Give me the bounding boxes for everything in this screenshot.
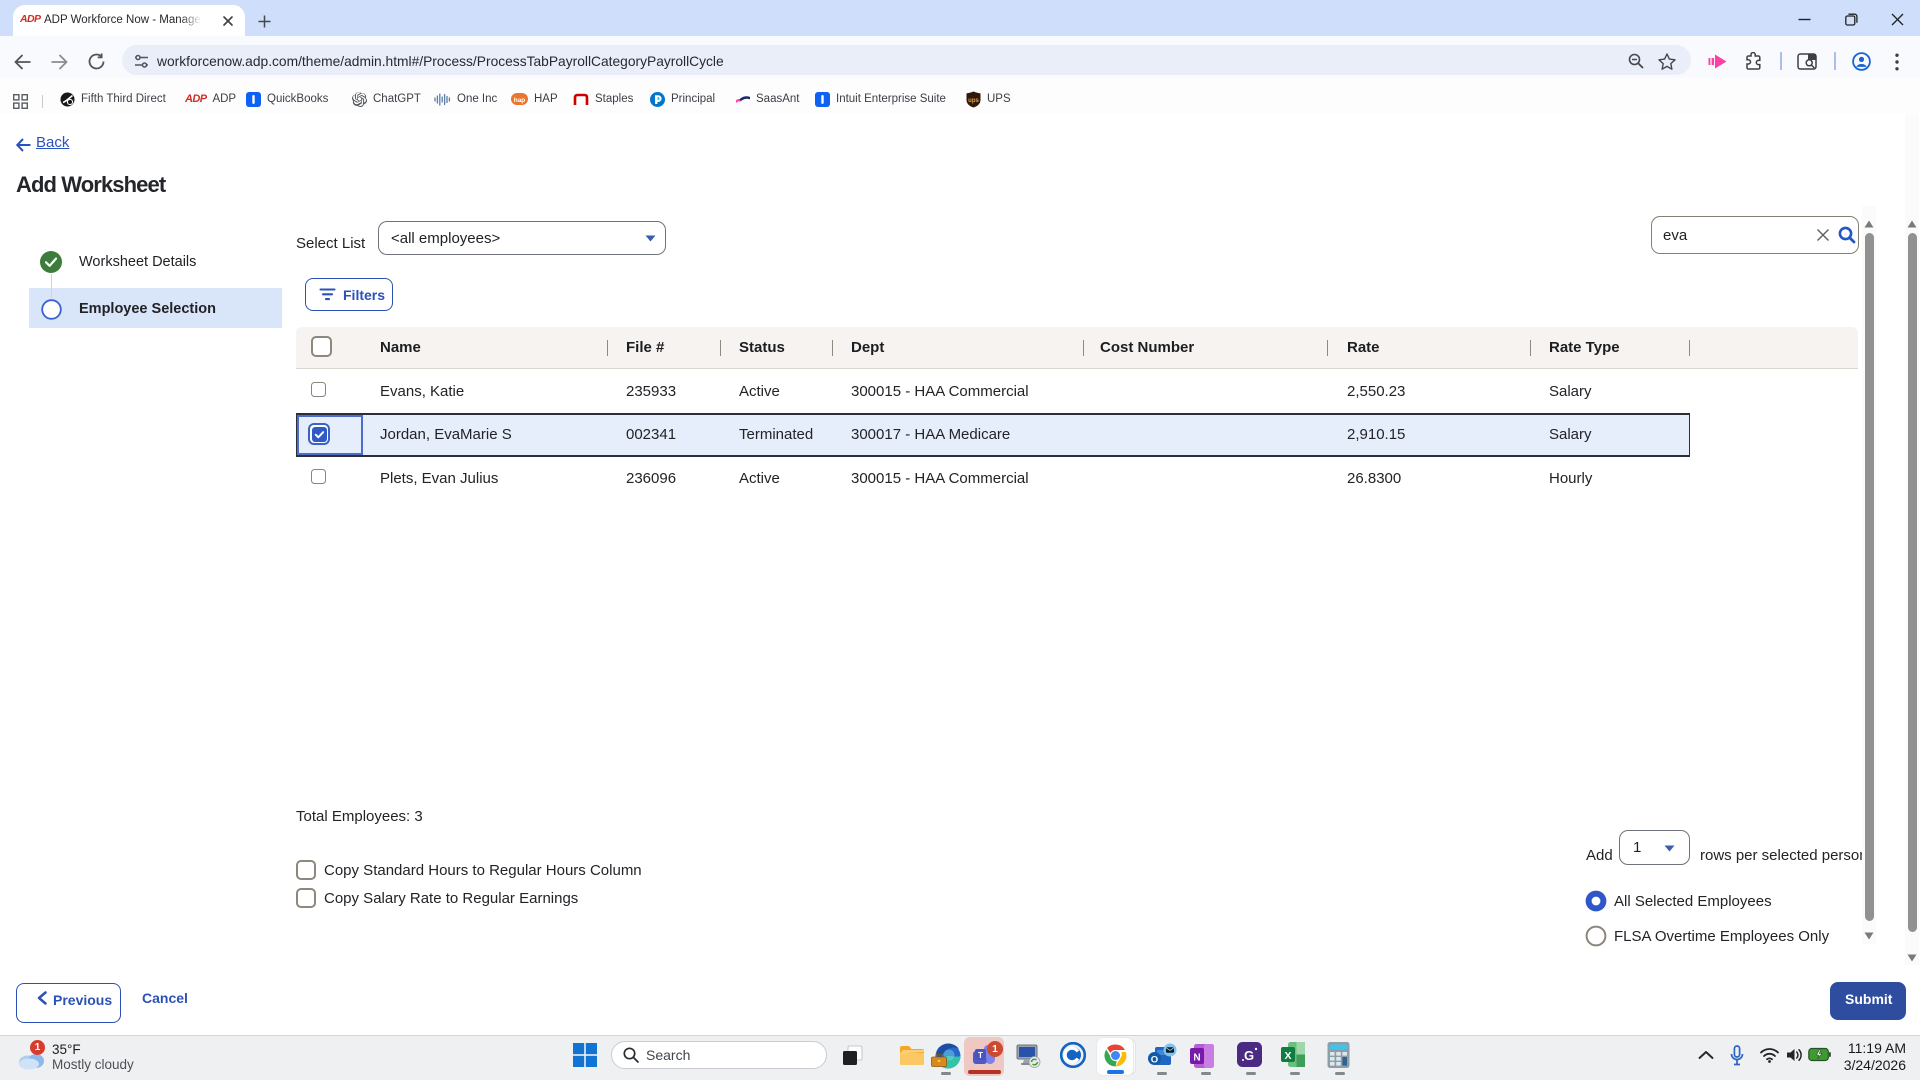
svg-text:T: T xyxy=(978,1051,983,1060)
svg-text:O: O xyxy=(1151,1054,1158,1065)
svg-text:ups: ups xyxy=(968,98,979,104)
svg-text:X: X xyxy=(1284,1050,1291,1062)
svg-text:G: G xyxy=(1244,1048,1254,1063)
svg-text:hap: hap xyxy=(514,97,526,104)
svg-text:N: N xyxy=(1193,1053,1200,1064)
